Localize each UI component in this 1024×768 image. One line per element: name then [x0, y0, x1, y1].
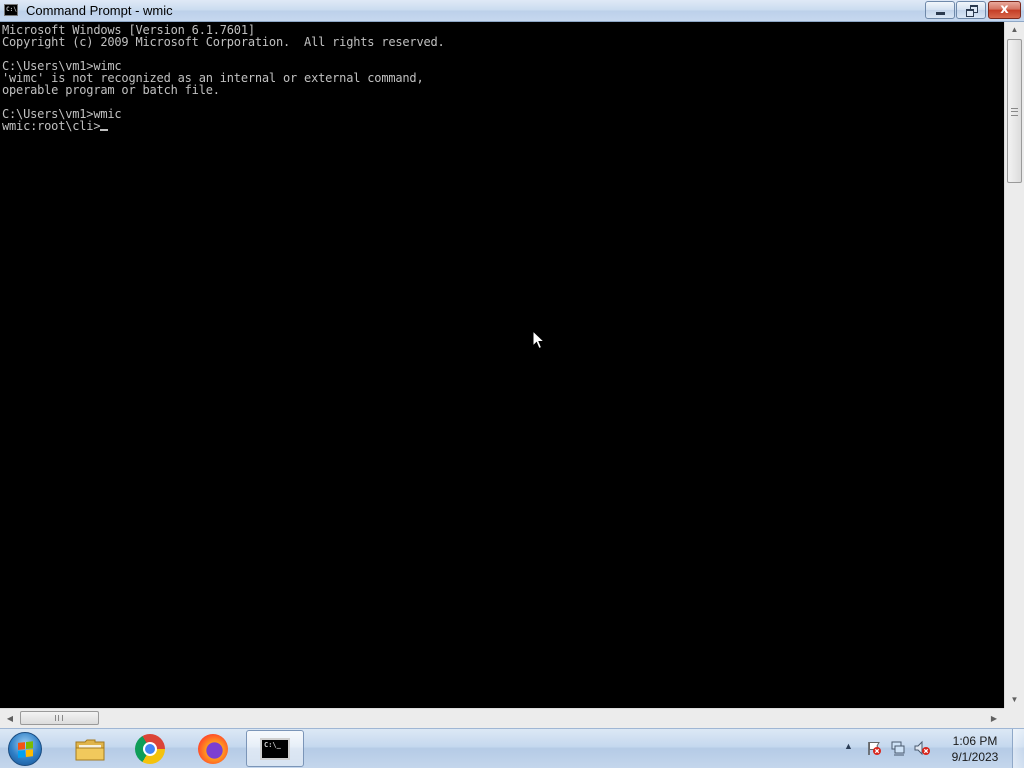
title-bar[interactable]: C:\ Command Prompt - wmic x: [0, 0, 1024, 22]
vertical-scrollbar[interactable]: ▲ ▼: [1004, 22, 1024, 708]
firefox-icon: [198, 734, 228, 764]
app-icon-text: C:\: [6, 6, 17, 13]
window-title: Command Prompt - wmic: [26, 3, 173, 18]
horizontal-scroll-thumb[interactable]: [20, 711, 99, 725]
clock-time: 1:06 PM: [952, 734, 998, 748]
restore-button[interactable]: [956, 1, 986, 19]
grip-icon: [55, 715, 63, 721]
console-text: Microsoft Windows [Version 6.1.7601] Cop…: [0, 22, 1004, 132]
scroll-up-arrow-icon[interactable]: ▲: [1005, 22, 1024, 38]
scroll-down-arrow-icon[interactable]: ▼: [1005, 692, 1024, 708]
restore-icon: [966, 5, 978, 17]
taskbar-firefox-button[interactable]: [184, 730, 242, 767]
cmd-icon: C:\_: [260, 738, 290, 760]
close-icon: x: [1000, 2, 1009, 17]
taskbar: C:\_ ▲ 1:06 PM 9/1/2023: [0, 728, 1024, 768]
show-desktop-button[interactable]: [1012, 729, 1024, 768]
taskbar-chrome-button[interactable]: [122, 730, 180, 767]
volume-muted-icon[interactable]: [914, 740, 930, 756]
console-line: operable program or batch file.: [2, 83, 220, 97]
scroll-left-arrow-icon[interactable]: ◀: [2, 709, 18, 728]
minimize-button[interactable]: [925, 1, 955, 19]
minimize-icon: [936, 12, 945, 15]
horizontal-scrollbar[interactable]: ◀ ▶: [0, 708, 1004, 728]
cmd-app-icon[interactable]: C:\: [4, 4, 18, 16]
console-line: Copyright (c) 2009 Microsoft Corporation…: [2, 35, 445, 49]
text-caret: [100, 129, 109, 131]
mouse-pointer-icon: [532, 330, 546, 350]
clock-date: 9/1/2023: [951, 750, 999, 764]
windows-logo-icon: [8, 732, 42, 766]
start-button[interactable]: [4, 730, 44, 768]
chrome-icon: [135, 734, 165, 764]
scrollbar-corner: [1004, 708, 1024, 728]
console-prompt[interactable]: wmic:root\cli>: [2, 119, 101, 133]
system-clock[interactable]: 1:06 PM 9/1/2023: [940, 733, 1010, 765]
grip-icon: [1011, 108, 1018, 116]
scroll-right-arrow-icon[interactable]: ▶: [986, 709, 1002, 728]
cmd-icon-text: C:\_: [264, 741, 281, 749]
show-hidden-icons-icon[interactable]: ▲: [844, 741, 853, 751]
folder-icon: [75, 739, 105, 761]
network-icon[interactable]: [890, 740, 906, 756]
taskbar-explorer-button[interactable]: [60, 730, 118, 767]
action-center-flag-icon[interactable]: [866, 740, 882, 756]
vertical-scroll-thumb[interactable]: [1007, 39, 1022, 183]
taskbar-cmd-button[interactable]: C:\_: [246, 730, 304, 767]
console-output[interactable]: Microsoft Windows [Version 6.1.7601] Cop…: [0, 22, 1004, 696]
close-button[interactable]: x: [988, 1, 1021, 19]
